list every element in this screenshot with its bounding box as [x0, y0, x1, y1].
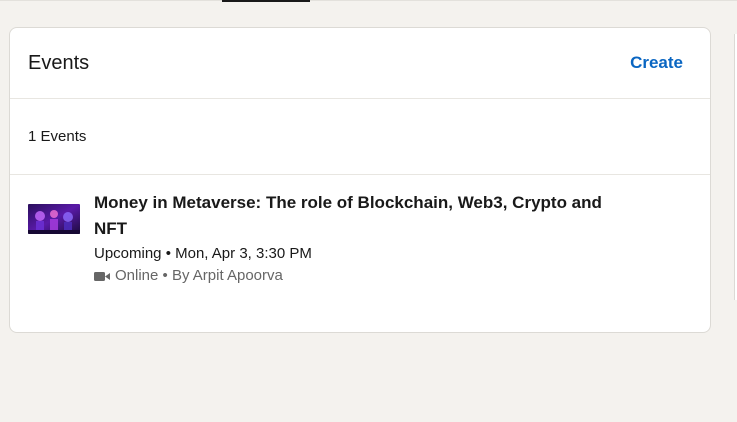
event-title[interactable]: Money in Metaverse: The role of Blockcha…	[94, 190, 634, 242]
events-card-header: Events Create	[10, 28, 710, 99]
event-thumbnail-image	[28, 204, 80, 234]
events-count: 1 Events	[10, 99, 710, 175]
page: Events Create 1 Events Money in Metavers…	[0, 0, 737, 422]
event-schedule: Upcoming • Mon, Apr 3, 3:30 PM	[94, 245, 312, 262]
events-card: Events Create 1 Events Money in Metavers…	[9, 27, 711, 333]
video-camera-icon	[94, 271, 110, 282]
active-tab-indicator	[222, 0, 310, 2]
top-divider	[0, 0, 737, 1]
event-list-item[interactable]: Money in Metaverse: The role of Blockcha…	[10, 175, 710, 286]
event-details: Money in Metaverse: The role of Blockcha…	[94, 190, 634, 286]
event-meta: Online • By Arpit Apoorva	[94, 266, 634, 286]
event-meta-text: Online • By Arpit Apoorva	[115, 267, 283, 284]
events-card-title: Events	[28, 51, 90, 74]
create-event-button[interactable]: Create	[630, 53, 683, 73]
event-thumbnail[interactable]	[28, 204, 80, 234]
